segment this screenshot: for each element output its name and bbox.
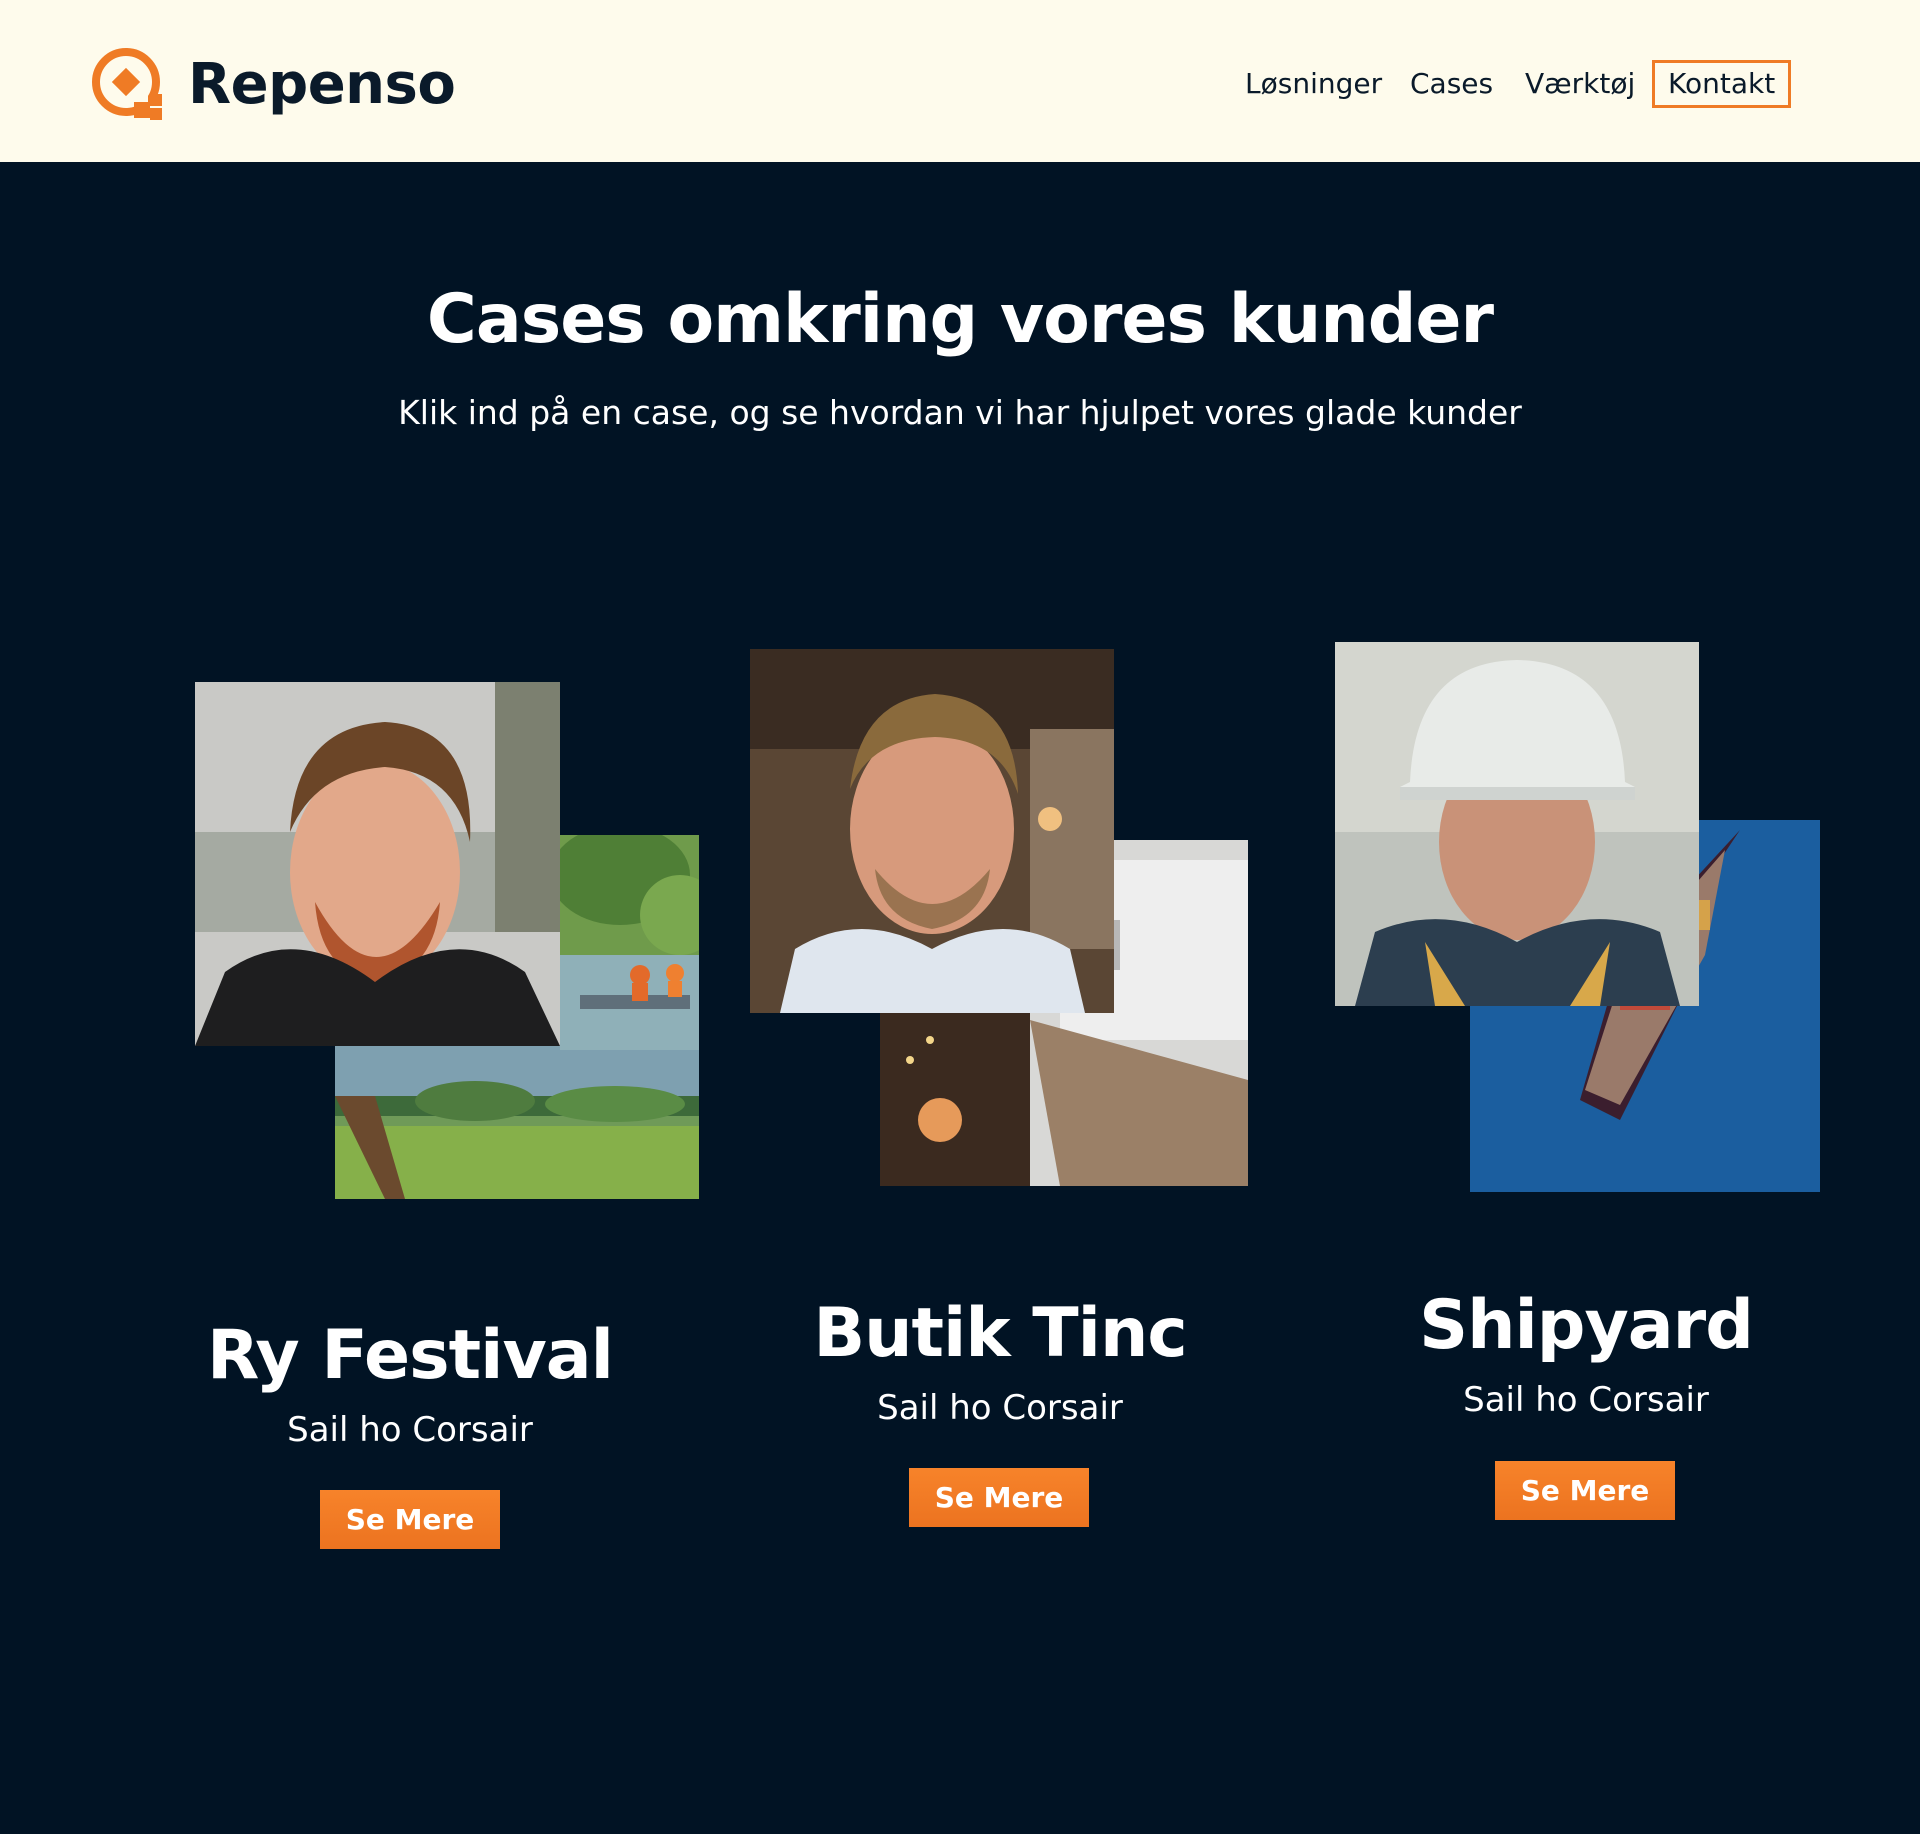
case-image-canoe — [560, 835, 699, 1050]
se-mere-button[interactable]: Se Mere — [909, 1468, 1089, 1527]
main-nav: Løsninger Cases Værktøj Kontakt — [0, 60, 1920, 110]
site-header: Repenso Løsninger Cases Værktøj Kontakt — [0, 0, 1920, 162]
nav-item-vaerktoj[interactable]: Værktøj — [1525, 60, 1635, 108]
case-image-lake-grass — [335, 1046, 699, 1199]
page-subtitle: Klik ind på en case, og se hvordan vi ha… — [398, 393, 1522, 432]
case-portrait-shipyard — [1335, 642, 1699, 1006]
se-mere-button[interactable]: Se Mere — [320, 1490, 500, 1549]
case-subtitle: Sail ho Corsair — [1463, 1380, 1709, 1420]
nav-item-cases[interactable]: Cases — [1410, 60, 1493, 108]
case-portrait-butik-tinc — [750, 649, 1114, 1013]
case-portrait-ry-festival — [195, 682, 560, 1046]
page-title: Cases omkring vores kunder — [426, 280, 1494, 359]
nav-item-kontakt[interactable]: Kontakt — [1652, 60, 1792, 108]
nav-item-losninger[interactable]: Løsninger — [1245, 60, 1382, 108]
se-mere-button[interactable]: Se Mere — [1495, 1461, 1675, 1520]
case-title: Shipyard — [1419, 1286, 1754, 1365]
